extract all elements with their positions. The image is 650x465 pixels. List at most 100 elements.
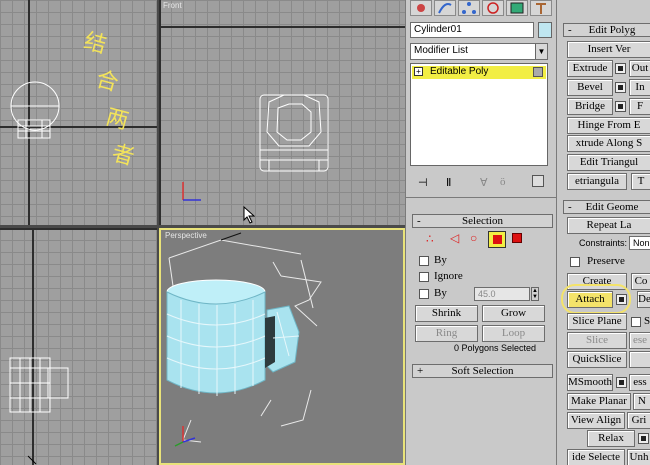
inset-button[interactable]: In [629, 79, 650, 96]
selection-status: 0 Polygons Selected [454, 343, 537, 353]
hinge-from-edge-button[interactable]: Hinge From E [567, 117, 650, 134]
by-vertex-checkbox[interactable] [419, 256, 429, 266]
slice-button[interactable]: Slice [567, 332, 627, 349]
create-tab-icon[interactable] [410, 0, 432, 16]
bevel-button[interactable]: Bevel [567, 79, 613, 96]
stack-item-editable-poly[interactable]: + Editable Poly [412, 66, 546, 79]
hide-selected-button[interactable]: ide Selecte [567, 449, 625, 465]
edit-triangulation-button[interactable]: Edit Triangul [567, 154, 650, 171]
element-mode-icon[interactable] [512, 233, 522, 243]
grow-button[interactable]: Grow [482, 305, 545, 322]
grid-align-button[interactable]: Gri [627, 412, 650, 429]
preserve-uvs-label: Preserve [587, 255, 625, 267]
display-tab-icon[interactable] [506, 0, 528, 16]
by-vertex-label: By [434, 254, 447, 266]
spinner-arrows-icon[interactable]: ▲ ▼ [531, 287, 539, 301]
selection-rollout-header[interactable]: - Selection [412, 214, 553, 228]
shrink-button[interactable]: Shrink [415, 305, 478, 322]
split-checkbox[interactable] [631, 317, 641, 327]
stack-toolbar: ⊣ Ⅱ ∀ ö [410, 174, 548, 192]
retriangulate-button[interactable]: etriangula [567, 173, 627, 190]
outline-button[interactable]: Out [629, 60, 650, 77]
edge-mode-icon[interactable]: ◁ [450, 231, 459, 246]
mug-3d-model [166, 232, 322, 447]
object-name-field[interactable]: Cylinder01 [410, 22, 534, 38]
repeat-last-button[interactable]: Repeat La [567, 217, 650, 234]
edit-panel-column: - Edit Polyg Insert Ver Extrude Out Beve… [556, 0, 650, 465]
soft-selection-rollout-header[interactable]: + Soft Selection [412, 364, 553, 378]
bevel-settings-icon[interactable] [615, 82, 626, 93]
ignore-label: Ignore [434, 270, 463, 282]
split-label: S [644, 315, 650, 327]
quickslice-button[interactable]: QuickSlice [567, 351, 627, 368]
ring-button[interactable]: Ring [415, 325, 478, 342]
edit-polygons-rollout-header[interactable]: - Edit Polyg [563, 23, 650, 37]
object-color-swatch[interactable] [538, 22, 552, 38]
polygon-mode-icon[interactable] [488, 231, 506, 248]
cut-button[interactable] [629, 351, 650, 368]
subobject-level-icons: ∴ ◁ ○ [426, 231, 536, 249]
modify-panel: Cylinder01 Modifier List ▼ + Editable Po… [405, 0, 557, 465]
extrude-along-spline-button[interactable]: xtrude Along S [567, 135, 650, 152]
insert-vertex-button[interactable]: Insert Ver [567, 41, 650, 58]
bridge-button[interactable]: Bridge [567, 98, 613, 115]
modifier-list-dropdown[interactable]: Modifier List ▼ [410, 43, 548, 60]
show-end-result-icon[interactable]: Ⅱ [446, 176, 451, 189]
msmooth-settings-icon[interactable] [616, 377, 627, 388]
svg-text:两: 两 [103, 105, 131, 135]
reset-plane-button[interactable]: ese [629, 332, 650, 349]
relax-settings-icon[interactable] [638, 433, 649, 444]
svg-text:结: 结 [81, 30, 109, 59]
preserve-uvs-checkbox[interactable] [570, 257, 580, 267]
collapse-button[interactable]: Co [631, 273, 650, 290]
relax-button[interactable]: Relax [587, 430, 635, 447]
remove-modifier-icon[interactable]: ö [500, 176, 506, 188]
utilities-tab-icon[interactable] [530, 0, 552, 16]
msmooth-button[interactable]: MSmooth [567, 374, 613, 391]
view-align-button[interactable]: View Align [567, 412, 625, 429]
flip-button[interactable]: F [629, 98, 650, 115]
vertex-mode-icon[interactable]: ∴ [426, 232, 434, 247]
front-viewport[interactable]: Front [159, 0, 405, 225]
motion-tab-icon[interactable] [482, 0, 504, 16]
hierarchy-tab-icon[interactable] [458, 0, 480, 16]
top-viewport[interactable]: 结 合 两 者 [0, 0, 157, 225]
cup-front-wireframe [182, 94, 329, 201]
extrude-button[interactable]: Extrude [567, 60, 613, 77]
ignore-backfacing-checkbox[interactable] [419, 272, 429, 282]
make-unique-icon[interactable]: ∀ [480, 176, 488, 189]
unhide-all-button[interactable]: Unh [627, 449, 650, 465]
cup-left-wireframe [9, 357, 69, 465]
by-angle-checkbox[interactable] [419, 289, 429, 299]
by-angle-label: By [434, 287, 447, 299]
configure-sets-icon[interactable] [532, 175, 544, 187]
slice-plane-button[interactable]: Slice Plane [567, 313, 627, 330]
make-planar-button[interactable]: Make Planar [567, 393, 631, 410]
pin-stack-icon[interactable]: ⊣ [418, 176, 428, 189]
constraints-label: Constraints: [579, 238, 628, 248]
perspective-viewport[interactable]: Perspective [159, 228, 405, 465]
border-mode-icon[interactable]: ○ [470, 231, 477, 246]
expand-plus-icon[interactable]: + [414, 67, 423, 76]
svg-text:者: 者 [109, 141, 137, 170]
modifier-stack: + Editable Poly [410, 63, 548, 166]
planar-x-button[interactable]: N [633, 393, 650, 410]
chevron-down-icon: ▼ [535, 44, 547, 59]
constraints-dropdown[interactable]: Non [629, 236, 650, 250]
tessellate-button[interactable]: ess [629, 374, 650, 391]
detach-button[interactable]: De [637, 291, 650, 308]
extrude-settings-icon[interactable] [615, 63, 626, 74]
loop-button[interactable]: Loop [482, 325, 545, 342]
modify-tab-icon[interactable] [434, 0, 456, 16]
angle-spinner[interactable]: 45.0 [474, 287, 530, 301]
left-viewport[interactable] [0, 228, 157, 465]
svg-text:合: 合 [93, 67, 121, 97]
edit-geometry-rollout-header[interactable]: - Edit Geome [563, 200, 650, 214]
modifier-list-label: Modifier List [414, 45, 468, 56]
attach-button[interactable]: Attach [567, 291, 613, 308]
bridge-settings-icon[interactable] [615, 101, 626, 112]
chinese-annotation: 结 合 两 者 [78, 29, 138, 171]
attach-list-icon[interactable] [616, 294, 627, 305]
turn-button[interactable]: T [631, 173, 650, 190]
stack-item-toggle-icon[interactable] [533, 67, 543, 77]
